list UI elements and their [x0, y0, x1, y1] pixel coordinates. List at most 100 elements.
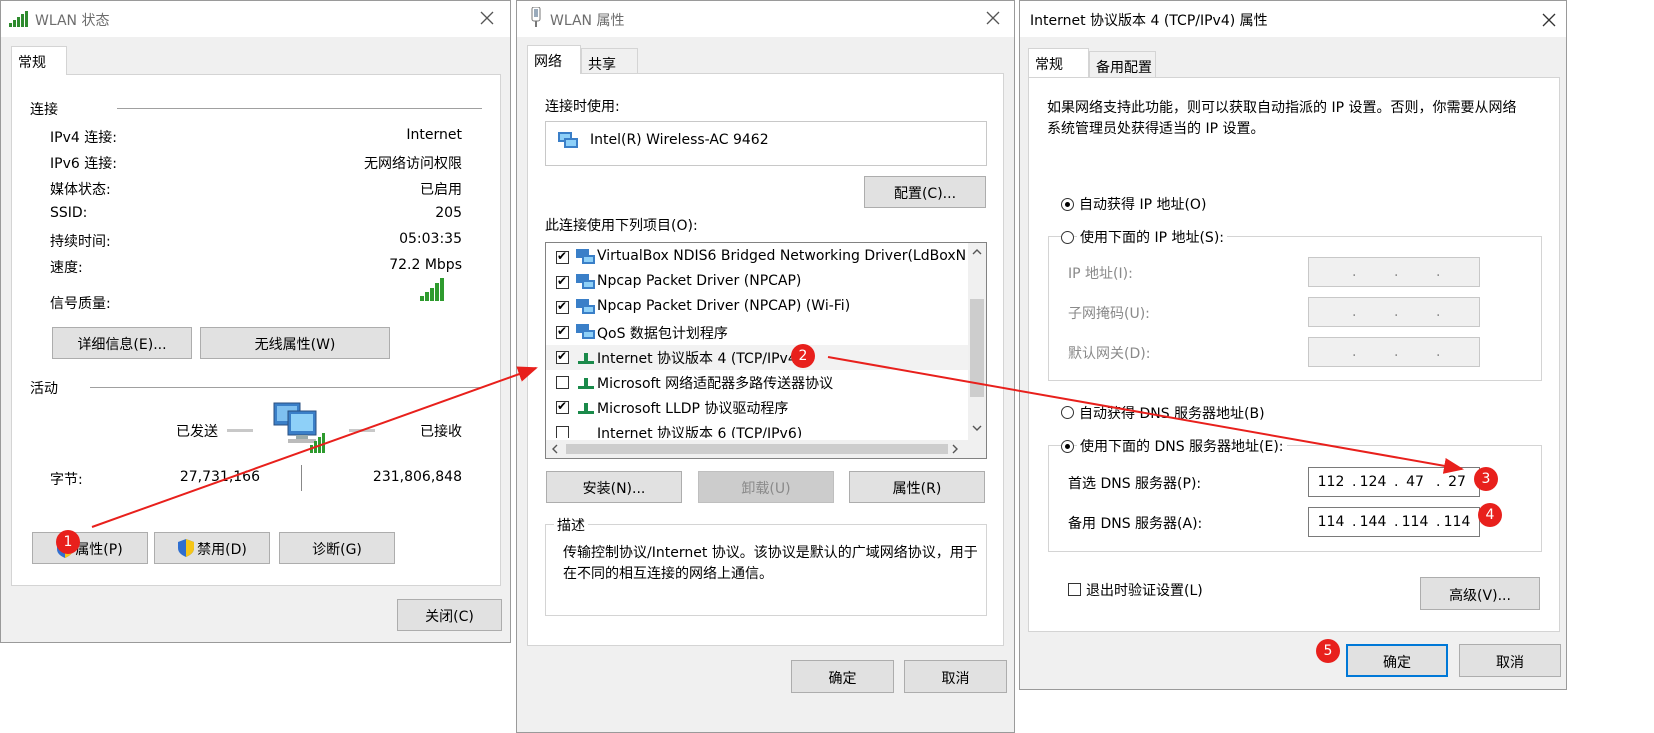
configure-button[interactable]: 配置(C)... [864, 176, 986, 208]
manual-dns-group: 使用下面的 DNS 服务器地址(E): 首选 DNS 服务器(P): 112 .… [1048, 436, 1542, 552]
gateway-label: 默认网关(D): [1068, 346, 1151, 362]
horizontal-scrollbar[interactable] [546, 440, 986, 458]
uninstall-button[interactable]: 卸载(U) [698, 471, 834, 503]
description-group: 描述 传输控制协议/Internet 协议。该协议是默认的广域网络协议，用于在不… [545, 515, 987, 616]
disable-button[interactable]: 禁用(D) [154, 532, 270, 564]
protocol-icon [578, 401, 594, 419]
list-item[interactable]: VirtualBox NDIS6 Bridged Networking Driv… [546, 245, 986, 270]
auto-dns-label[interactable]: 自动获得 DNS 服务器地址(B) [1079, 403, 1265, 423]
manual-ip-label[interactable]: 使用下面的 IP 地址(S): [1077, 227, 1227, 247]
item-checkbox[interactable] [556, 249, 569, 264]
item-text: Internet 协议版本 6 (TCP/IPv6) [597, 426, 803, 438]
bytes-divider [301, 465, 302, 491]
divider [117, 108, 482, 109]
ssid-value: 205 [435, 205, 462, 221]
properties-button[interactable]: 属性(P) [32, 532, 148, 564]
adapter-box: Intel(R) Wireless-AC 9462 [545, 121, 987, 166]
close-icon[interactable] [1538, 9, 1560, 31]
item-checkbox[interactable] [556, 299, 569, 314]
auto-ip-radio[interactable] [1061, 198, 1074, 211]
received-label: 已接收 [420, 424, 462, 440]
list-item-selected[interactable]: Internet 协议版本 4 (TCP/IPv4) [546, 345, 986, 370]
chevron-right-icon[interactable] [950, 443, 960, 458]
protocol-icon [578, 376, 594, 394]
item-checkbox[interactable] [556, 426, 569, 438]
connect-using-label: 连接时使用: [545, 99, 620, 115]
subnet-mask-field[interactable]: ... [1308, 297, 1480, 327]
auto-ip-label[interactable]: 自动获得 IP 地址(O) [1079, 194, 1206, 214]
network-adapter-icon [529, 6, 543, 33]
item-text: VirtualBox NDIS6 Bridged Networking Driv… [597, 248, 967, 264]
chevron-left-icon[interactable] [550, 443, 560, 458]
item-checkbox[interactable] [556, 324, 569, 339]
validate-label[interactable]: 退出时验证设置(L) [1086, 580, 1203, 600]
close-button[interactable]: 关闭(C) [397, 599, 502, 631]
alternate-dns-field[interactable]: 114 . 144 . 114 . 114 [1308, 507, 1480, 537]
close-icon[interactable] [476, 7, 498, 29]
advanced-button[interactable]: 高级(V)... [1420, 577, 1540, 610]
manual-dns-radio[interactable] [1061, 440, 1074, 453]
step-badge-1: 1 [56, 530, 80, 554]
list-item[interactable]: QoS 数据包计划程序 [546, 320, 986, 345]
manual-dns-label[interactable]: 使用下面的 DNS 服务器地址(E): [1077, 436, 1287, 456]
speed-value: 72.2 Mbps [389, 257, 462, 273]
media-status-value: 已启用 [420, 182, 462, 198]
network-computers-icon [270, 401, 330, 459]
ip-address-field[interactable]: ... [1308, 257, 1480, 287]
wlan-properties-titlebar[interactable]: WLAN 属性 [517, 1, 1014, 37]
network-panel: 连接时使用: Intel(R) Wireless-AC 9462 配置(C)..… [527, 73, 1004, 646]
item-checkbox[interactable] [556, 274, 569, 289]
ip-octet: 47 [1406, 474, 1424, 490]
tab-network[interactable]: 网络 [527, 45, 581, 74]
step-badge-5: 5 [1316, 639, 1340, 663]
duration-value: 05:03:35 [399, 231, 462, 247]
item-checkbox[interactable] [556, 349, 569, 364]
item-text: Npcap Packet Driver (NPCAP) (Wi-Fi) [597, 298, 851, 314]
cancel-button[interactable]: 取消 [1459, 644, 1561, 677]
gateway-field[interactable]: ... [1308, 337, 1480, 367]
network-adapter-icon [576, 324, 596, 344]
list-item[interactable]: Npcap Packet Driver (NPCAP) [546, 270, 986, 295]
item-checkbox[interactable] [556, 399, 569, 414]
scrollbar-thumb[interactable] [566, 444, 948, 454]
cancel-button[interactable]: 取消 [904, 660, 1007, 693]
ok-button[interactable]: 确定 [791, 660, 894, 693]
wifi-signal-icon [9, 11, 31, 31]
scrollbar-thumb[interactable] [970, 299, 984, 397]
ip-octet: 144 [1359, 514, 1387, 530]
tab-alternate-config[interactable]: 备用配置 [1089, 51, 1156, 77]
list-item[interactable]: Npcap Packet Driver (NPCAP) (Wi-Fi) [546, 295, 986, 320]
vertical-scrollbar[interactable] [968, 243, 986, 440]
list-item[interactable]: Microsoft LLDP 协议驱动程序 [546, 395, 986, 420]
list-item[interactable]: Internet 协议版本 6 (TCP/IPv6) [546, 420, 986, 438]
ipv4-properties-titlebar[interactable]: Internet 协议版本 4 (TCP/IPv4) 属性 [1020, 1, 1566, 37]
signal-quality-label: 信号质量: [50, 296, 111, 312]
ip-octet: 114 [1443, 514, 1471, 530]
install-button[interactable]: 安装(N)... [546, 471, 682, 503]
close-icon[interactable] [982, 7, 1004, 29]
wireless-properties-button[interactable]: 无线属性(W) [200, 327, 390, 359]
item-checkbox[interactable] [556, 376, 569, 389]
media-status-label: 媒体状态: [50, 182, 111, 198]
network-adapter-icon [576, 299, 596, 319]
tab-general[interactable]: 常规 [1028, 48, 1089, 77]
chevron-up-icon[interactable] [971, 245, 983, 261]
ipv6-value: 无网络访问权限 [364, 156, 462, 172]
preferred-dns-field[interactable]: 112 . 124 . 47 . 27 [1308, 467, 1480, 497]
list-item[interactable]: Microsoft 网络适配器多路传送器协议 [546, 370, 986, 395]
tab-general[interactable]: 常规 [11, 46, 67, 75]
tab-sharing[interactable]: 共享 [581, 48, 638, 74]
network-adapter-icon [576, 249, 596, 269]
diagnose-button[interactable]: 诊断(G) [279, 532, 395, 564]
details-button[interactable]: 详细信息(E)... [52, 327, 192, 359]
manual-ip-radio[interactable] [1061, 231, 1074, 244]
adapter-name: Intel(R) Wireless-AC 9462 [590, 132, 769, 148]
item-properties-button[interactable]: 属性(R) [849, 471, 985, 503]
validate-checkbox[interactable] [1068, 583, 1081, 596]
shield-icon [178, 539, 194, 561]
section-activity-label: 活动 [30, 381, 58, 397]
auto-dns-radio[interactable] [1061, 406, 1074, 419]
ok-button[interactable]: 确定 [1346, 644, 1448, 677]
wlan-status-titlebar[interactable]: WLAN 状态 [1, 1, 510, 37]
chevron-down-icon[interactable] [971, 421, 983, 437]
